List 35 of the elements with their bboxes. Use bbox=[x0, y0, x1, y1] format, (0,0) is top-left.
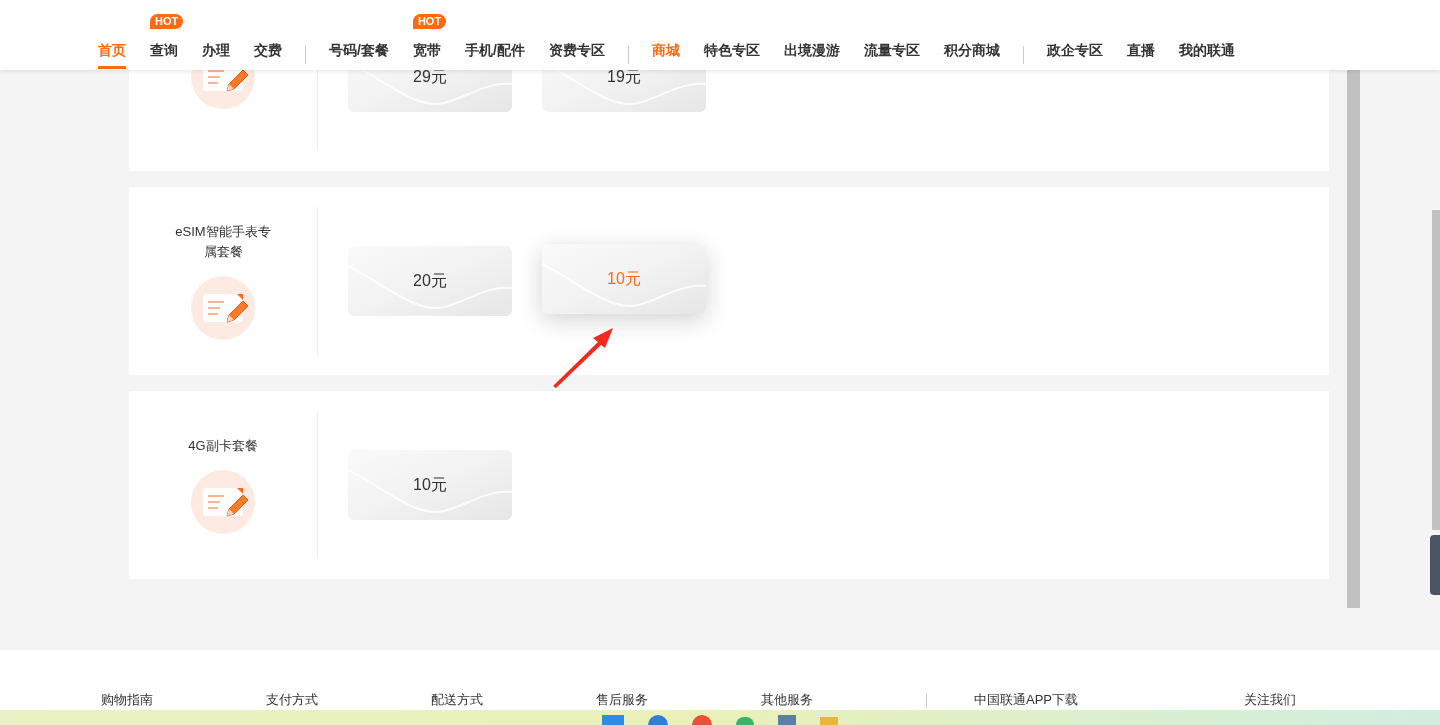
footer-link[interactable]: 支付方式 bbox=[266, 692, 431, 708]
nav-link[interactable]: 交费 bbox=[254, 40, 282, 69]
form-pencil-icon bbox=[191, 470, 255, 534]
browser-icon[interactable] bbox=[692, 715, 712, 725]
app-icon[interactable] bbox=[736, 717, 754, 725]
plan-name: eSIM智能手表专属套餐 bbox=[174, 223, 272, 261]
nav-link[interactable]: 手机/配件 bbox=[464, 40, 525, 69]
footer-link[interactable]: 配送方式 bbox=[431, 692, 596, 708]
nav-link[interactable]: 宽带 bbox=[412, 40, 441, 69]
nav-link[interactable]: 号码/套餐 bbox=[329, 40, 389, 69]
plan-name: 4G副卡套餐 bbox=[187, 437, 259, 455]
nav-link[interactable]: 出境漫游 bbox=[783, 40, 840, 69]
nav-link[interactable]: 办理 bbox=[202, 40, 230, 69]
nav-link[interactable]: 我的联通 bbox=[1178, 40, 1235, 69]
nav-link[interactable]: 查询 bbox=[150, 40, 178, 69]
form-pencil-icon bbox=[191, 276, 255, 340]
nav-link[interactable]: 积分商城 bbox=[943, 40, 1000, 69]
nav-link[interactable]: 特色专区 bbox=[703, 40, 760, 69]
nav-link[interactable]: 政企专区 bbox=[1046, 40, 1103, 69]
nav-link[interactable]: 流量专区 bbox=[863, 40, 920, 69]
price-option[interactable]: 19元 bbox=[542, 70, 706, 112]
price-option[interactable]: 10元 bbox=[348, 450, 512, 520]
footer-link[interactable]: 其他服务 bbox=[761, 692, 926, 708]
nav-link[interactable]: 资费专区 bbox=[548, 40, 605, 69]
nav-link[interactable]: 直播 bbox=[1126, 40, 1155, 69]
footer-link[interactable]: 中国联通APP下载 bbox=[974, 692, 1244, 708]
footer-link[interactable]: 关注我们 bbox=[1244, 692, 1296, 708]
price-option[interactable]: 29元 bbox=[348, 70, 512, 112]
footer-link[interactable]: 售后服务 bbox=[596, 692, 761, 708]
footer-link[interactable]: 购物指南 bbox=[101, 692, 266, 708]
browser-icon[interactable] bbox=[648, 715, 668, 725]
hot-badge: HOT bbox=[150, 14, 184, 29]
hot-badge: HOT bbox=[412, 14, 447, 29]
price-option[interactable]: 20元 bbox=[348, 246, 512, 316]
meter-widget bbox=[1430, 535, 1440, 595]
